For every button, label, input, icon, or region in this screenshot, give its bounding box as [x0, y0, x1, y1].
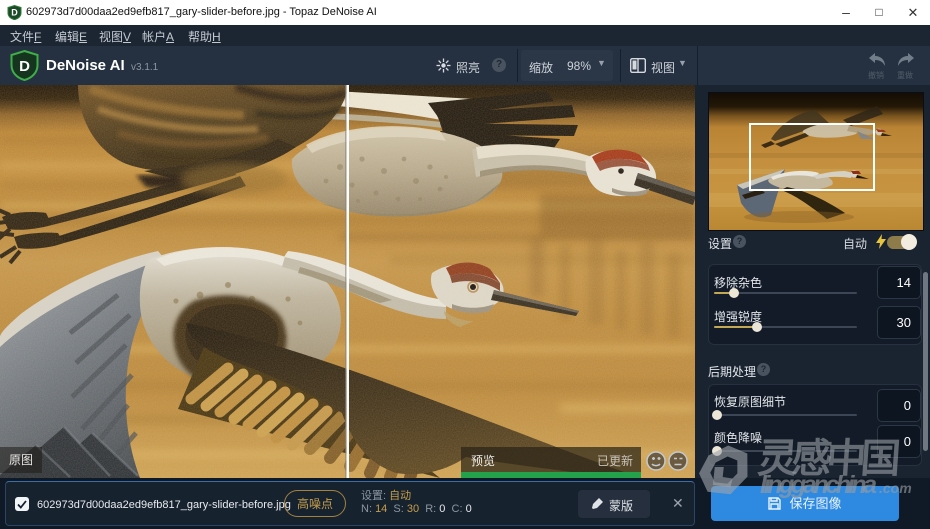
svg-text:D: D	[19, 58, 30, 75]
svg-text:lingganchina: lingganchina	[760, 471, 877, 499]
svg-text:D: D	[11, 8, 18, 18]
svg-text:.com: .com	[879, 480, 912, 496]
